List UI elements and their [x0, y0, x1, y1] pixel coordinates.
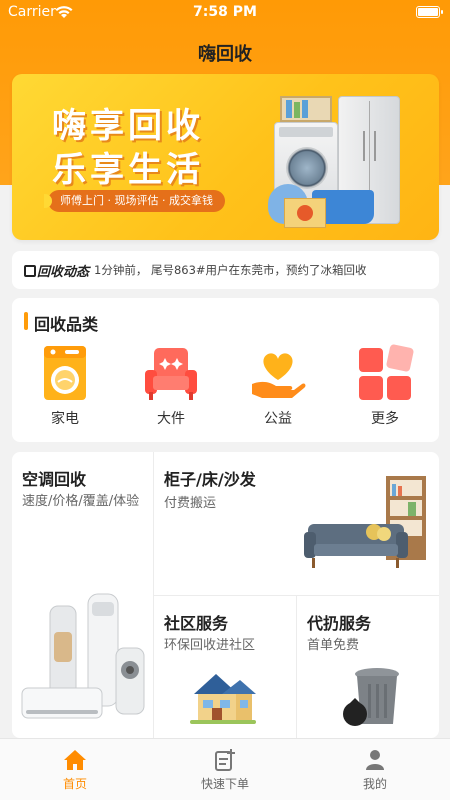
status-time: 7:58 PM	[193, 4, 257, 20]
status-bar: Carrier 7:58 PM	[0, 0, 450, 24]
category-label: 公益	[264, 411, 292, 427]
service-community[interactable]: 社区服务 环保回收进社区	[154, 596, 296, 738]
service-subtitle: 付费搬运	[164, 496, 217, 511]
service-disposal[interactable]: 代扔服务 首单免费	[297, 596, 439, 738]
quick-order-icon	[215, 749, 235, 771]
tab-profile[interactable]: 我的	[300, 739, 450, 800]
category-more[interactable]: 更多	[345, 344, 425, 430]
air-conditioner-illustration	[21, 593, 145, 719]
service-ac-recycling[interactable]: 空调回收 速度/价格/覆盖/体验	[12, 452, 153, 738]
category-charity[interactable]: 公益	[238, 344, 318, 430]
banner-headline-1: 嗨享回收	[52, 106, 204, 146]
recycle-box-illustration	[284, 198, 326, 228]
service-title: 代扔服务	[307, 614, 372, 633]
sofa-shelf-illustration	[304, 476, 426, 568]
news-logo-text: 回收动态	[37, 265, 90, 280]
category-appliance[interactable]: 家电	[25, 344, 105, 430]
news-logo: 回收动态	[24, 261, 89, 280]
home-icon	[64, 750, 86, 770]
service-title: 空调回收	[22, 470, 87, 489]
battery-icon	[416, 6, 443, 18]
house-illustration	[190, 674, 256, 724]
services-grid: 空调回收 速度/价格/覆盖/体验 柜子/床/沙发 付费搬运 社区服务 环保回收进…	[12, 452, 439, 738]
service-subtitle: 速度/价格/覆盖/体验	[22, 494, 140, 509]
section-accent-bar	[24, 312, 28, 330]
tab-label: 快速下单	[200, 777, 249, 791]
banner-tagline: 师傅上门 · 现场评估 · 成交拿钱	[44, 190, 225, 212]
service-title: 社区服务	[164, 614, 229, 633]
recycle-box-icon	[24, 265, 36, 277]
trash-can-illustration	[343, 668, 399, 726]
grid-more-icon	[359, 344, 414, 400]
service-furniture[interactable]: 柜子/床/沙发 付费搬运	[154, 452, 439, 595]
category-large-item[interactable]: 大件	[131, 344, 211, 430]
category-label: 更多	[371, 411, 399, 427]
tab-quick-order[interactable]: 快速下单	[150, 739, 300, 800]
user-icon	[366, 750, 384, 770]
washing-machine-icon	[44, 346, 86, 400]
page-title: 嗨回收	[198, 44, 252, 65]
banner-headline-2: 乐享生活	[52, 150, 204, 190]
news-text: 1分钟前， 尾号863#用户在东莞市，预约了冰箱回收	[94, 263, 367, 277]
tab-label: 首页	[62, 777, 87, 791]
category-label: 大件	[157, 411, 185, 427]
service-subtitle: 环保回收进社区	[164, 638, 256, 653]
tab-label: 我的	[362, 777, 387, 791]
heart-hand-icon	[252, 353, 306, 398]
promo-banner[interactable]: 嗨享回收 乐享生活 师傅上门 · 现场评估 · 成交拿钱	[12, 74, 439, 240]
tab-home[interactable]: 首页	[0, 739, 150, 800]
recycle-categories: 回收品类 家电 大件 公益 更多	[12, 298, 439, 442]
tab-bar: 首页 快速下单 我的	[0, 738, 450, 800]
category-label: 家电	[51, 411, 79, 427]
bookshelf-illustration	[280, 96, 332, 122]
recycle-news-ticker[interactable]: 回收动态 1分钟前， 尾号863#用户在东莞市，预约了冰箱回收	[12, 251, 439, 289]
armchair-icon	[145, 348, 197, 400]
service-subtitle: 首单免费	[307, 638, 360, 653]
service-title: 柜子/床/沙发	[164, 470, 256, 489]
section-title: 回收品类	[34, 315, 99, 334]
